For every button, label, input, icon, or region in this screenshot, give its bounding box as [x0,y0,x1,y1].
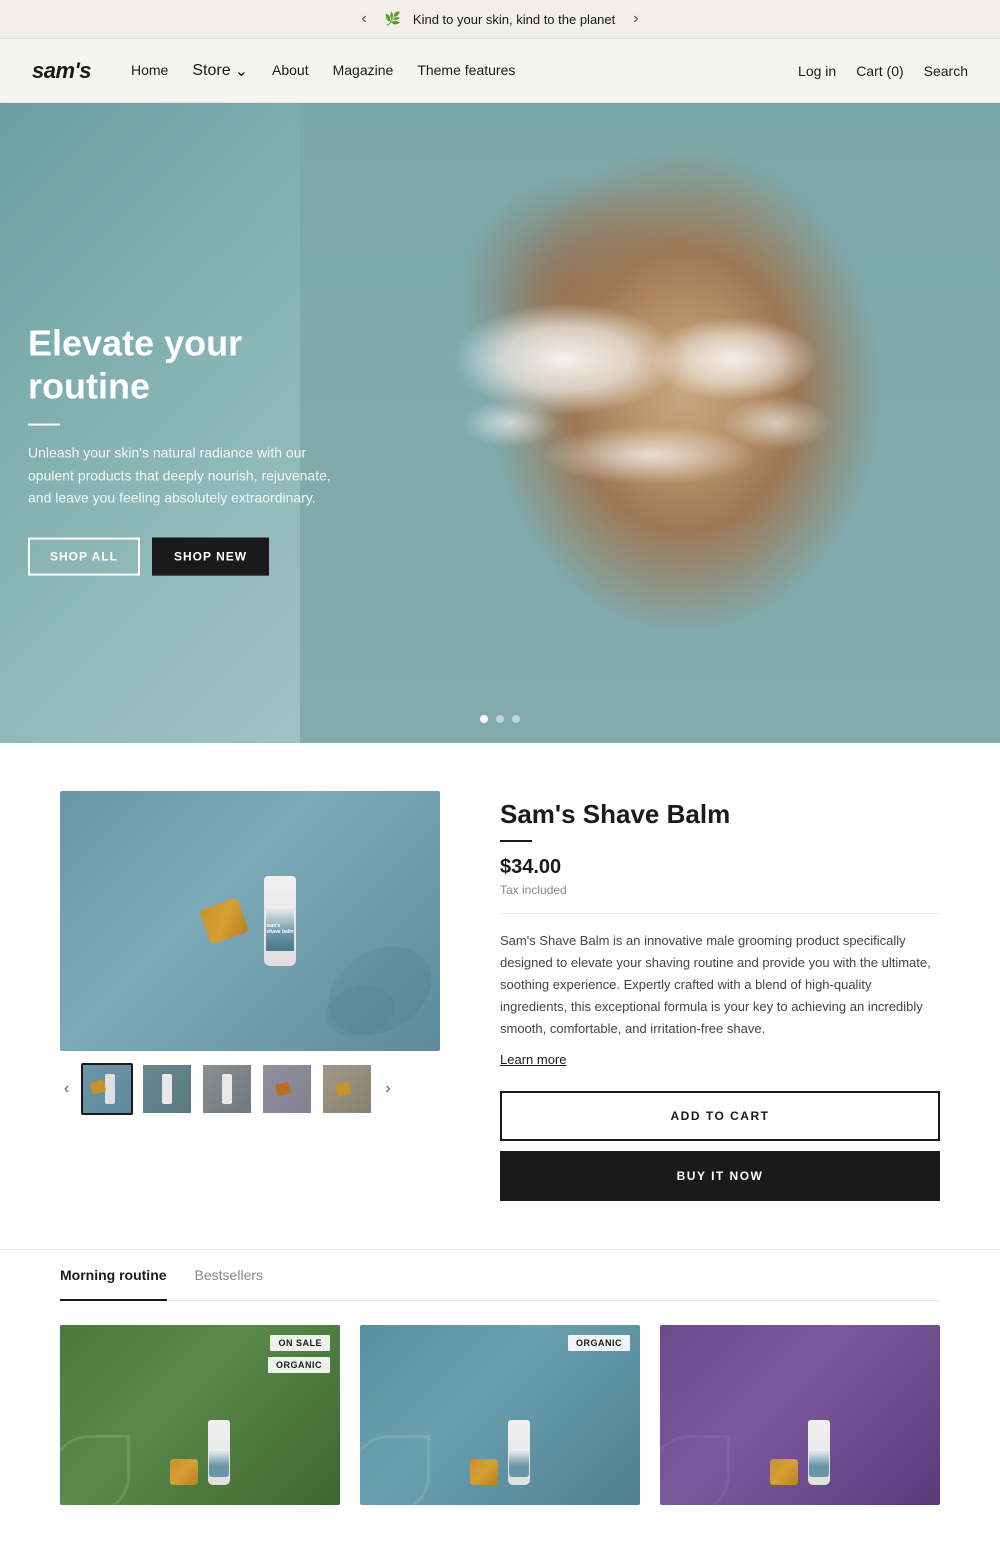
mini-tube-3 [808,1420,830,1485]
hero-content: Elevate your routine Unleash your skin's… [28,322,348,576]
hero-dot-2[interactable] [496,715,504,723]
hero-title: Elevate your routine [28,322,348,408]
bottle-cap [199,897,249,945]
thumbnail-1[interactable] [81,1063,133,1115]
mini-tube-2 [508,1420,530,1485]
product-section: sam'sshave balm ‹ [0,743,1000,1249]
learn-more-link[interactable]: Learn more [500,1052,940,1067]
product-card-1-badge-sale: ON SALE [270,1335,330,1351]
nav-theme-features[interactable]: Theme features [417,62,515,78]
mini-tube-label-1 [209,1449,229,1477]
product-card-3-image [660,1325,940,1505]
thumbnail-5[interactable] [321,1063,373,1115]
hero-dot-1[interactable] [480,715,488,723]
bottle-label: sam'sshave balm [266,906,294,951]
shop-new-button[interactable]: SHOP NEW [152,537,269,575]
product-main-image: sam'sshave balm [60,791,440,1051]
nav-right-actions: Log in Cart (0) Search [798,63,968,79]
product-bottle-display: sam'sshave balm [204,876,296,966]
leaf-decoration-1 [60,1435,130,1505]
login-link[interactable]: Log in [798,63,836,79]
hero-divider [28,424,60,426]
nav-magazine[interactable]: Magazine [333,62,394,78]
leaf-shadow-decoration [320,931,440,1051]
main-navigation: sam's Home Store ⌄ About Magazine Theme … [0,39,1000,103]
product-card-3[interactable] [660,1325,940,1505]
nav-about[interactable]: About [272,62,309,78]
shop-all-button[interactable]: SHOP ALL [28,537,140,575]
products-grid: ON SALE ORGANIC ORGANIC [0,1301,1000,1553]
tab-bestsellers[interactable]: Bestsellers [195,1251,263,1301]
product-card-2-image: ORGANIC [360,1325,640,1505]
tax-info: Tax included [500,883,940,897]
announcement-text: Kind to your skin, kind to the planet [413,12,615,27]
product-gallery: sam'sshave balm ‹ [60,791,440,1115]
product-description: Sam's Shave Balm is an innovative male g… [500,930,940,1040]
product-card-1-badge-organic: ORGANIC [268,1357,330,1373]
leaf-decoration-2 [360,1435,430,1505]
tabs-navigation: Morning routine Bestsellers [60,1250,940,1301]
mini-tube-label-3 [809,1449,829,1477]
mini-tube-label-2 [509,1449,529,1477]
thumbnails-prev-button[interactable]: ‹ [60,1076,73,1102]
leaf-decoration-3 [660,1435,730,1505]
hero-buttons: SHOP ALL SHOP NEW [28,537,348,575]
buy-it-now-button[interactable]: BUY IT NOW [500,1151,940,1201]
hero-section: Elevate your routine Unleash your skin's… [0,103,1000,743]
mini-tube-1 [208,1420,230,1485]
thumbnails-next-button[interactable]: › [381,1076,394,1102]
hero-dots [480,715,520,723]
thumbnail-2[interactable] [141,1063,193,1115]
mini-wood-2 [470,1459,498,1485]
chevron-down-icon: ⌄ [235,61,248,81]
product-card-1[interactable]: ON SALE ORGANIC [60,1325,340,1505]
brand-logo[interactable]: sam's [32,58,91,84]
hero-face-visual [300,103,1000,743]
nav-store[interactable]: Store ⌄ [192,61,248,81]
bottle-body: sam'sshave balm [264,876,296,966]
product-info: Sam's Shave Balm $34.00 Tax included Sam… [500,791,940,1201]
search-link[interactable]: Search [924,63,968,79]
nav-links: Home Store ⌄ About Magazine Theme featur… [131,61,798,81]
foam-overlay [300,103,1000,743]
add-to-cart-button[interactable]: ADD TO CART [500,1091,940,1141]
product-price: $34.00 [500,856,940,879]
product-card-2-badge-organic: ORGANIC [568,1335,630,1351]
hero-image [300,103,1000,743]
hero-description: Unleash your skin's natural radiance wit… [28,442,348,509]
thumbnail-3[interactable] [201,1063,253,1115]
announcement-bar: ‹ 🌿 Kind to your skin, kind to the plane… [0,0,1000,39]
product-tabs-section: Morning routine Bestsellers [0,1249,1000,1301]
product-separator [500,913,940,914]
tab-morning-routine[interactable]: Morning routine [60,1251,167,1301]
mini-wood-3 [770,1459,798,1485]
product-title: Sam's Shave Balm [500,799,940,830]
announcement-next-button[interactable]: › [627,8,644,30]
product-card-3-bottle [770,1420,830,1485]
product-title-divider [500,840,532,842]
announcement-prev-button[interactable]: ‹ [355,8,372,30]
product-card-1-bottle [170,1420,230,1485]
announcement-icon: 🌿 [385,11,401,27]
product-card-2[interactable]: ORGANIC [360,1325,640,1505]
cart-link[interactable]: Cart (0) [856,63,903,79]
thumbnail-4[interactable] [261,1063,313,1115]
hero-dot-3[interactable] [512,715,520,723]
mini-wood-1 [170,1459,198,1485]
product-thumbnails: ‹ [60,1063,440,1115]
product-card-1-image: ON SALE ORGANIC [60,1325,340,1505]
product-card-2-bottle [470,1420,530,1485]
nav-home[interactable]: Home [131,62,168,78]
